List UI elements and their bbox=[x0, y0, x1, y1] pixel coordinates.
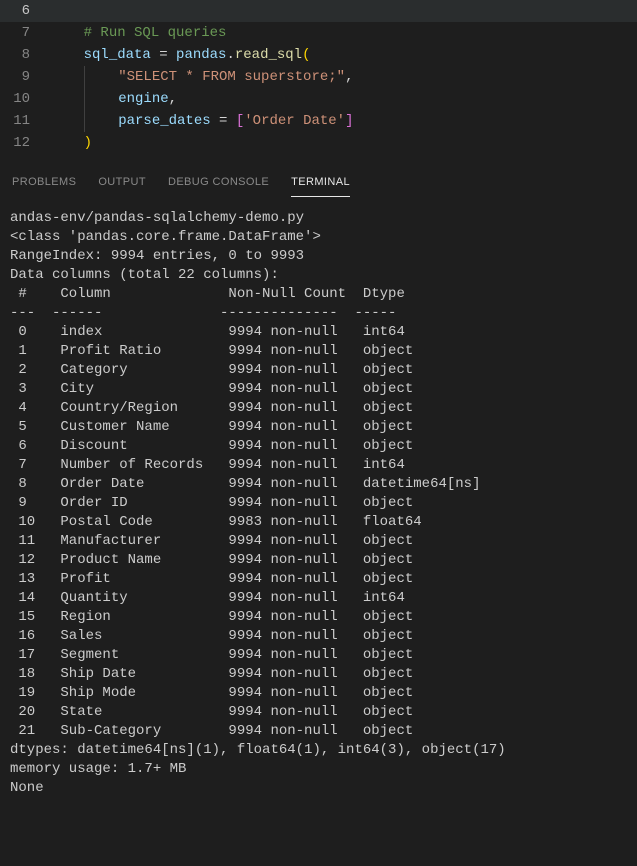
code-line[interactable]: 7 # Run SQL queries bbox=[0, 22, 637, 44]
terminal-line: 5 Customer Name 9994 non-null object bbox=[10, 418, 627, 437]
terminal-line: Data columns (total 22 columns): bbox=[10, 266, 627, 285]
terminal-line: 19 Ship Mode 9994 non-null object bbox=[10, 684, 627, 703]
terminal-line: 3 City 9994 non-null object bbox=[10, 380, 627, 399]
line-number: 11 bbox=[0, 110, 50, 132]
code-line[interactable]: 12 ) bbox=[0, 132, 637, 154]
terminal-line: 11 Manufacturer 9994 non-null object bbox=[10, 532, 627, 551]
terminal-line: None bbox=[10, 779, 627, 798]
code-line[interactable]: 8 sql_data = pandas.read_sql( bbox=[0, 44, 637, 66]
terminal-line: 10 Postal Code 9983 non-null float64 bbox=[10, 513, 627, 532]
line-number: 12 bbox=[0, 132, 50, 154]
terminal-line: 12 Product Name 9994 non-null object bbox=[10, 551, 627, 570]
line-number: 8 bbox=[0, 44, 50, 66]
code-content[interactable] bbox=[50, 0, 637, 22]
terminal-line: 21 Sub-Category 9994 non-null object bbox=[10, 722, 627, 741]
terminal-line: 18 Ship Date 9994 non-null object bbox=[10, 665, 627, 684]
line-number: 7 bbox=[0, 22, 50, 44]
terminal-line: 17 Segment 9994 non-null object bbox=[10, 646, 627, 665]
terminal-line: andas-env/pandas-sqlalchemy-demo.py bbox=[10, 209, 627, 228]
code-line[interactable]: 6 bbox=[0, 0, 637, 22]
terminal-line: 4 Country/Region 9994 non-null object bbox=[10, 399, 627, 418]
terminal-line: 7 Number of Records 9994 non-null int64 bbox=[10, 456, 627, 475]
terminal-line: 0 index 9994 non-null int64 bbox=[10, 323, 627, 342]
code-content[interactable]: parse_dates = ['Order Date'] bbox=[50, 110, 637, 132]
terminal-line: 8 Order Date 9994 non-null datetime64[ns… bbox=[10, 475, 627, 494]
terminal-line: 16 Sales 9994 non-null object bbox=[10, 627, 627, 646]
terminal-line: 9 Order ID 9994 non-null object bbox=[10, 494, 627, 513]
code-line[interactable]: 10 engine, bbox=[0, 88, 637, 110]
terminal-line: 2 Category 9994 non-null object bbox=[10, 361, 627, 380]
panel-tab-debug-console[interactable]: DEBUG CONSOLE bbox=[168, 172, 269, 197]
code-content[interactable]: sql_data = pandas.read_sql( bbox=[50, 44, 637, 66]
terminal-line: 1 Profit Ratio 9994 non-null object bbox=[10, 342, 627, 361]
code-content[interactable]: ) bbox=[50, 132, 637, 154]
line-number: 10 bbox=[0, 88, 50, 110]
terminal-line: RangeIndex: 9994 entries, 0 to 9993 bbox=[10, 247, 627, 266]
code-content[interactable]: # Run SQL queries bbox=[50, 22, 637, 44]
code-content[interactable]: "SELECT * FROM superstore;", bbox=[50, 66, 637, 88]
terminal-line: --- ------ -------------- ----- bbox=[10, 304, 627, 323]
terminal-line: dtypes: datetime64[ns](1), float64(1), i… bbox=[10, 741, 627, 760]
terminal-line: 14 Quantity 9994 non-null int64 bbox=[10, 589, 627, 608]
code-line[interactable]: 9 "SELECT * FROM superstore;", bbox=[0, 66, 637, 88]
terminal-line: 15 Region 9994 non-null object bbox=[10, 608, 627, 627]
terminal-line: memory usage: 1.7+ MB bbox=[10, 760, 627, 779]
code-line[interactable]: 11 parse_dates = ['Order Date'] bbox=[0, 110, 637, 132]
terminal-line: 13 Profit 9994 non-null object bbox=[10, 570, 627, 589]
terminal-line: 20 State 9994 non-null object bbox=[10, 703, 627, 722]
code-content[interactable]: engine, bbox=[50, 88, 637, 110]
panel-tabs: PROBLEMS OUTPUT DEBUG CONSOLE TERMINAL bbox=[0, 162, 637, 197]
panel-tab-terminal[interactable]: TERMINAL bbox=[291, 172, 350, 197]
line-number: 9 bbox=[0, 66, 50, 88]
terminal-line: <class 'pandas.core.frame.DataFrame'> bbox=[10, 228, 627, 247]
terminal-line: # Column Non-Null Count Dtype bbox=[10, 285, 627, 304]
terminal-output[interactable]: andas-env/pandas-sqlalchemy-demo.py<clas… bbox=[0, 197, 637, 810]
line-number: 6 bbox=[0, 0, 50, 22]
panel-tab-output[interactable]: OUTPUT bbox=[98, 172, 146, 197]
terminal-line: 6 Discount 9994 non-null object bbox=[10, 437, 627, 456]
code-editor[interactable]: 67 # Run SQL queries8 sql_data = pandas.… bbox=[0, 0, 637, 162]
panel-tab-problems[interactable]: PROBLEMS bbox=[12, 172, 76, 197]
